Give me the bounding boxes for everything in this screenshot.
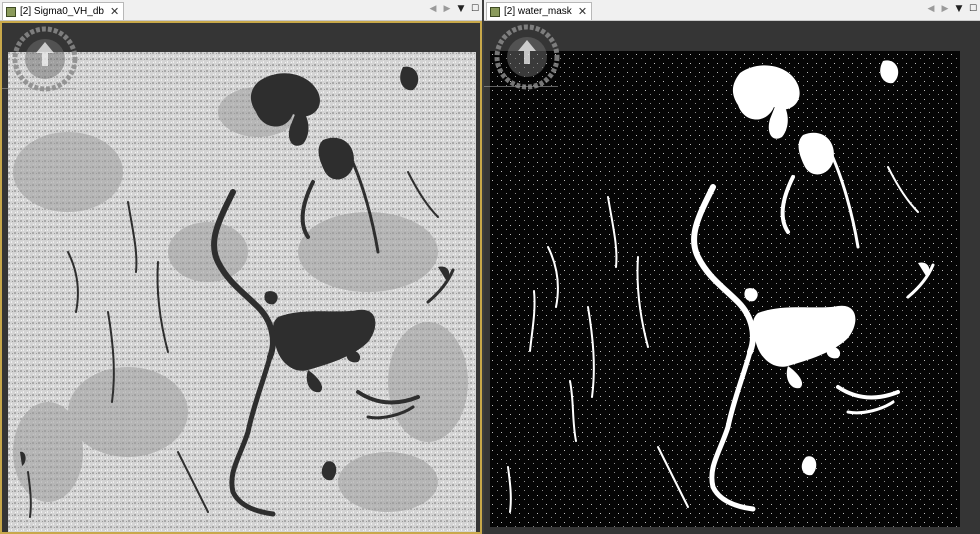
scroll-right-icon[interactable]: ▶ [442, 3, 452, 15]
tab-label: [2] Sigma0_VH_db [20, 6, 104, 17]
scroll-left-icon[interactable]: ◀ [926, 3, 936, 15]
tab-controls: ◀ ▶ ▼ ☐ [428, 3, 480, 15]
mask-image-canvas [490, 51, 960, 527]
navigation-control-icon[interactable] [12, 26, 78, 92]
image-view-sigma0-vh-db: [2] Sigma0_VH_db ✕ ◀ ▶ ▼ ☐ [0, 0, 482, 534]
band-image-icon [6, 6, 16, 17]
left-tab-strip: [2] Sigma0_VH_db ✕ ◀ ▶ ▼ ☐ [0, 0, 482, 21]
image-viewport[interactable] [484, 21, 980, 534]
sar-image-canvas [8, 52, 476, 532]
tab-water-mask[interactable]: [2] water_mask ✕ [486, 2, 593, 20]
image-view-water-mask: [2] water_mask ✕ ◀ ▶ ▼ ☐ [484, 0, 980, 534]
water-mask-image[interactable] [490, 51, 960, 527]
close-icon[interactable]: ✕ [110, 6, 119, 17]
scroll-right-icon[interactable]: ▶ [940, 3, 950, 15]
tab-list-icon[interactable]: ▼ [456, 3, 466, 15]
maximize-icon[interactable]: ☐ [968, 3, 978, 15]
sar-backscatter-image[interactable] [8, 52, 476, 532]
maximize-icon[interactable]: ☐ [470, 3, 480, 15]
tab-sigma0-vh-db[interactable]: [2] Sigma0_VH_db ✕ [2, 2, 125, 20]
tab-controls: ◀ ▶ ▼ ☐ [926, 3, 978, 15]
tab-list-icon[interactable]: ▼ [954, 3, 964, 15]
right-tab-strip: [2] water_mask ✕ ◀ ▶ ▼ ☐ [484, 0, 980, 21]
navigation-control-icon[interactable] [494, 24, 560, 90]
image-viewport[interactable] [0, 21, 482, 534]
band-image-icon [490, 6, 500, 17]
close-icon[interactable]: ✕ [578, 6, 587, 17]
tab-label: [2] water_mask [504, 6, 572, 17]
scroll-left-icon[interactable]: ◀ [428, 3, 438, 15]
